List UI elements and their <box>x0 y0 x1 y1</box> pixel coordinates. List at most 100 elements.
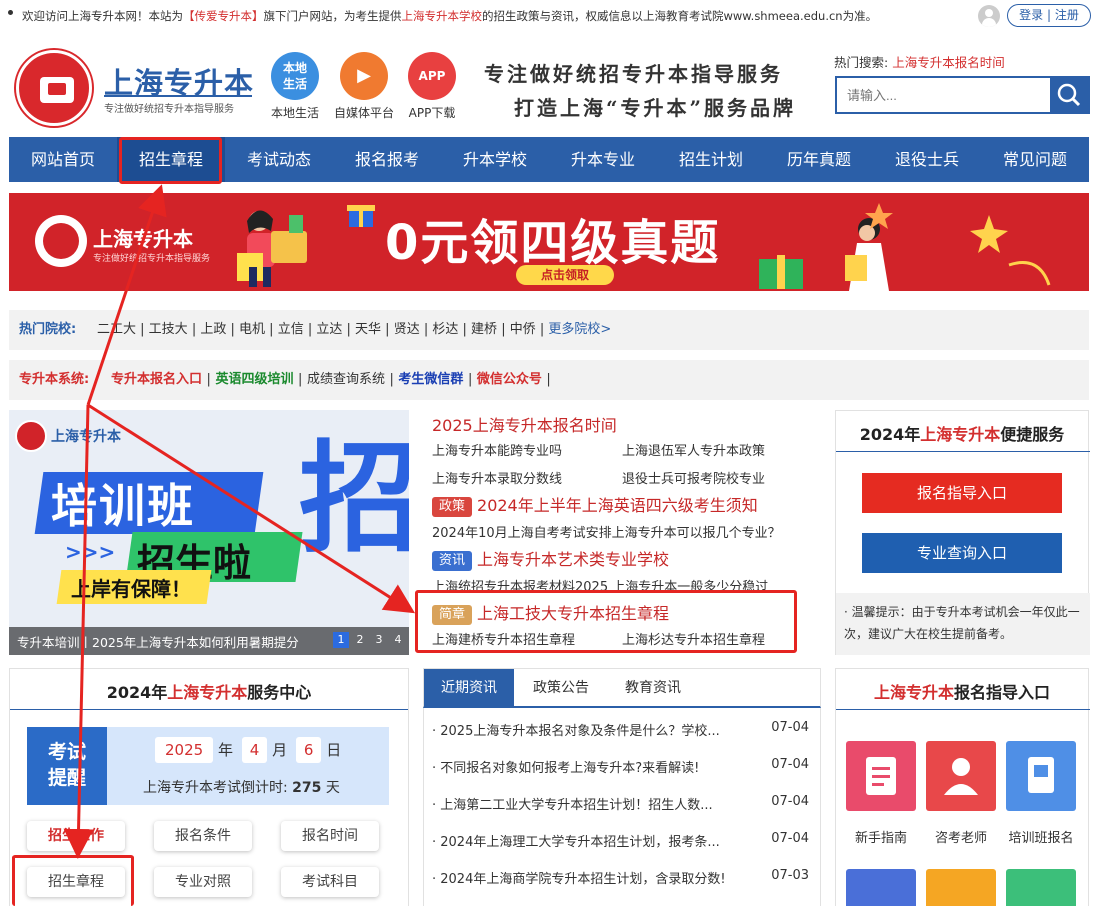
app-download-label[interactable]: APP下载 <box>404 104 460 121</box>
news-policy-item[interactable]: 政策 2024年上半年上海英语四六级考生须知 <box>432 492 758 517</box>
exam-subjects-button[interactable]: 考试科目 <box>281 867 379 897</box>
consult-teacher-label[interactable]: 咨考老师 <box>921 827 1001 846</box>
hot-search-link[interactable]: 上海专升本报名时间 <box>892 55 1005 70</box>
guide-icon-4[interactable] <box>846 869 916 906</box>
info-tag: 资讯 <box>432 551 473 571</box>
quick-service-panel: 2024年上海专升本便捷服务 报名指导入口 专业查询入口 · 温馨提示：由于专升… <box>835 410 1090 655</box>
beginner-guide-icon[interactable] <box>846 741 916 811</box>
slider-dot-4[interactable]: 4 <box>390 632 406 648</box>
slider-dot-2[interactable]: 2 <box>352 632 368 648</box>
search-button[interactable] <box>1050 78 1088 112</box>
news-headline[interactable]: 2025上海专升本报名时间 <box>432 412 617 436</box>
brand-link[interactable]: 【传爱专升本】 <box>183 9 264 23</box>
guide-icon-6[interactable] <box>1006 869 1076 906</box>
nav-faq[interactable]: 常见问题 <box>981 137 1089 182</box>
exam-reminder-label: 考试提醒 <box>27 727 107 805</box>
school-link[interactable]: 立达 <box>316 322 342 337</box>
promo-arrows-icon: >>> <box>65 540 116 564</box>
registration-time-button[interactable]: 报名时间 <box>281 821 379 851</box>
nav-past-exams[interactable]: 历年真题 <box>765 137 873 182</box>
consult-teacher-icon[interactable] <box>926 741 996 811</box>
site-logo-icon[interactable] <box>16 50 92 126</box>
list-item[interactable]: · 2024年上海商学院专升本招生计划，含录取分数! 07-03 <box>432 868 817 887</box>
exam-date: 2025 年 4 月 6 日 <box>155 737 341 763</box>
registration-guide-button[interactable]: 报名指导入口 <box>862 473 1062 513</box>
system-link-wechat-official[interactable]: 微信公众号 <box>477 372 542 387</box>
tab-policy-notices[interactable]: 政策公告 <box>516 669 606 707</box>
tab-education-news[interactable]: 教育资讯 <box>608 669 698 707</box>
nav-veterans[interactable]: 退役士兵 <box>873 137 981 182</box>
list-item[interactable]: · 2025上海专升本报名对象及条件是什么？学校... 07-04 <box>432 720 817 739</box>
news-link[interactable]: 上海退伍军人专升本政策 <box>622 440 765 459</box>
banner-cta-button[interactable]: 点击领取 <box>516 265 614 285</box>
beginner-guide-label[interactable]: 新手指南 <box>841 827 921 846</box>
school-link[interactable]: 二工大 <box>97 322 136 337</box>
guide-icon-5[interactable] <box>926 869 996 906</box>
news-link[interactable]: 上海专升本录取分数线 <box>432 468 562 487</box>
nav-registration[interactable]: 报名报考 <box>333 137 441 182</box>
media-platform-label[interactable]: 自媒体平台 <box>330 104 398 121</box>
brand-underline <box>104 95 252 97</box>
admission-work-button[interactable]: 招生工作 <box>27 821 125 851</box>
list-item[interactable]: · 2024年上海理工大学专升本招生计划，报考条... 07-04 <box>432 831 817 850</box>
service-center-title: 2024年上海专升本服务中心 <box>106 683 312 702</box>
promo-banner[interactable]: 上海专升本 专注做好统招专升本指导服务 0元领四级真题 点击领取 <box>9 193 1089 291</box>
nav-schools[interactable]: 升本学校 <box>441 137 549 182</box>
tab-recent-news[interactable]: 近期资讯 <box>424 669 514 707</box>
nav-enrollment-plan[interactable]: 招生计划 <box>657 137 765 182</box>
school-link[interactable]: 天华 <box>355 322 381 337</box>
slogan-line-2: 打造上海“专升本”服务品牌 <box>514 96 797 120</box>
bullet-icon <box>8 10 13 15</box>
promo-slider[interactable]: 上海专升本 培训班 招生啦 >>> 上岸有保障！ 招 专升本培训丨2025年上海… <box>9 410 409 655</box>
training-signup-label[interactable]: 培训班报名 <box>999 827 1083 846</box>
search-box <box>835 76 1090 114</box>
registration-guide-title: 上海专升本报名指导入口 <box>873 683 1051 702</box>
system-link-cet4[interactable]: 英语四级培训 <box>215 372 293 387</box>
news-info-item[interactable]: 资讯 上海专升本艺术类专业学校 <box>432 546 669 571</box>
news-link[interactable]: 2024年10月上海自考考试安排上海专升本可以报几个专业？ <box>432 522 781 541</box>
school-link[interactable]: 建桥 <box>471 322 497 337</box>
media-platform-icon[interactable]: ▶ <box>340 52 388 100</box>
search-icon <box>1057 83 1081 107</box>
user-avatar-icon[interactable] <box>978 5 1000 27</box>
system-link-wechat-group[interactable]: 考生微信群 <box>398 372 463 387</box>
register-link[interactable]: 注册 <box>1055 8 1079 22</box>
system-link-registration[interactable]: 专升本报名入口 <box>111 372 202 387</box>
nav-exam-news[interactable]: 考试动态 <box>225 137 333 182</box>
login-register-box: 登录 | 注册 <box>1007 4 1091 27</box>
local-life-icon[interactable]: 本地 生活 <box>271 52 319 100</box>
promo-logo-icon <box>15 420 47 452</box>
school-link[interactable]: 工技大 <box>149 322 188 337</box>
registration-requirements-button[interactable]: 报名条件 <box>154 821 252 851</box>
promo-caption[interactable]: 专升本培训丨2025年上海专升本如何利用暑期提分 <box>17 632 333 651</box>
nav-majors[interactable]: 升本专业 <box>549 137 657 182</box>
school-link[interactable]: 上政 <box>200 322 226 337</box>
systems-label: 专升本系统: <box>19 372 90 387</box>
school-link[interactable]: 杉达 <box>432 322 458 337</box>
page-root: { "topbar":{"notice_pre":"欢迎访问上海专升本网！本站为… <box>0 0 1099 906</box>
major-comparison-button[interactable]: 专业对照 <box>154 867 252 897</box>
app-download-icon[interactable]: APP <box>408 52 456 100</box>
quick-service-title: 2024年上海专升本便捷服务 <box>859 425 1065 444</box>
school-link[interactable]: 贤达 <box>394 322 420 337</box>
list-item[interactable]: · 上海第二工业大学专升本招生计划！招生人数... 07-04 <box>432 794 817 813</box>
major-search-button[interactable]: 专业查询入口 <box>862 533 1062 573</box>
school-link[interactable]: 电机 <box>239 322 265 337</box>
more-schools-link[interactable]: 更多院校> <box>548 322 611 337</box>
slider-dot-1[interactable]: 1 <box>333 632 349 648</box>
school-link[interactable]: 上海专升本学校 <box>402 9 483 23</box>
policy-tag: 政策 <box>432 497 473 517</box>
search-input[interactable] <box>837 78 1052 112</box>
training-signup-icon[interactable] <box>1006 741 1076 811</box>
slider-dot-3[interactable]: 3 <box>371 632 387 648</box>
nav-home[interactable]: 网站首页 <box>9 137 117 182</box>
login-link[interactable]: 登录 <box>1019 8 1043 22</box>
news-link[interactable]: 上海专升本能跨专业吗 <box>432 440 562 459</box>
news-link[interactable]: 退役士兵可报考院校专业 <box>622 468 765 487</box>
system-link-scores[interactable]: 成绩查询系统 <box>307 372 385 387</box>
site-notice: 欢迎访问上海专升本网！本站为【传爱专升本】旗下门户网站，为考生提供上海专升本学校… <box>22 9 878 23</box>
local-life-label[interactable]: 本地生活 <box>268 104 322 121</box>
school-link[interactable]: 立信 <box>278 322 304 337</box>
school-link[interactable]: 中侨 <box>510 322 536 337</box>
list-item[interactable]: · 不同报名对象如何报考上海专升本?来看解读! 07-04 <box>432 757 817 776</box>
